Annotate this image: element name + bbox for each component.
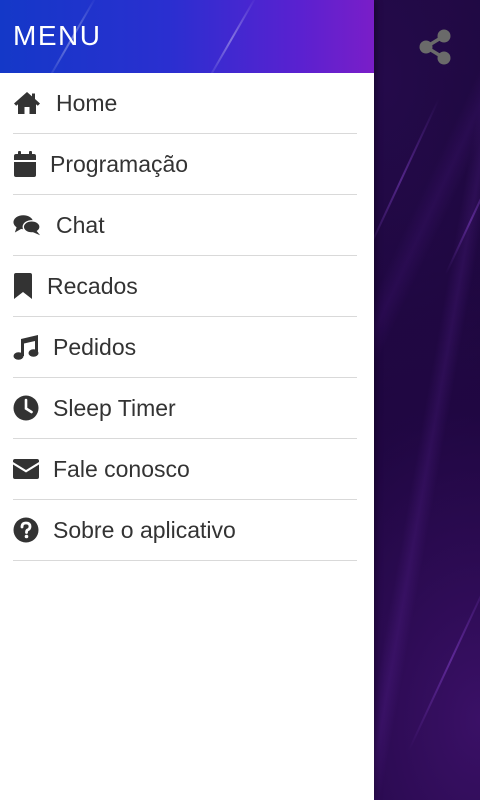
question-circle-icon bbox=[13, 516, 41, 544]
menu-item-label: Fale conosco bbox=[53, 455, 190, 482]
menu-item-label: Programação bbox=[50, 150, 189, 177]
header-streak bbox=[205, 0, 257, 73]
menu-item-sobre-o-aplicativo[interactable]: Sobre o aplicativo bbox=[13, 500, 357, 561]
menu-item-label: Sleep Timer bbox=[53, 394, 176, 421]
menu-item-pedidos[interactable]: Pedidos bbox=[13, 317, 357, 378]
background-streak bbox=[444, 165, 480, 275]
home-icon bbox=[13, 89, 41, 117]
navigation-drawer: MENU Home Programação Chat Recados Pedid… bbox=[0, 0, 374, 800]
menu-item-fale-conosco[interactable]: Fale conosco bbox=[13, 439, 357, 500]
music-note-icon bbox=[13, 333, 41, 361]
drawer-header: MENU bbox=[0, 0, 374, 73]
bookmark-icon bbox=[13, 272, 41, 300]
app-screen: MENU Home Programação Chat Recados Pedid… bbox=[0, 0, 480, 800]
calendar-icon bbox=[13, 150, 41, 178]
menu-item-home[interactable]: Home bbox=[13, 73, 357, 134]
menu-item-chat[interactable]: Chat bbox=[13, 195, 357, 256]
menu-item-label: Sobre o aplicativo bbox=[53, 516, 236, 543]
clock-icon bbox=[13, 394, 41, 422]
chat-icon bbox=[13, 211, 41, 239]
share-button[interactable] bbox=[414, 26, 456, 68]
menu-item-sleep-timer[interactable]: Sleep Timer bbox=[13, 378, 357, 439]
background-streak bbox=[407, 568, 480, 752]
menu-item-programacao[interactable]: Programação bbox=[13, 134, 357, 195]
menu-item-label: Chat bbox=[56, 211, 105, 238]
menu-item-label: Pedidos bbox=[53, 333, 137, 360]
menu-list: Home Programação Chat Recados Pedidos Sl… bbox=[0, 73, 374, 561]
menu-item-recados[interactable]: Recados bbox=[13, 256, 357, 317]
menu-item-label: Recados bbox=[47, 272, 138, 299]
drawer-title: MENU bbox=[13, 20, 102, 51]
share-icon bbox=[419, 29, 451, 65]
envelope-icon bbox=[13, 455, 41, 483]
menu-item-label: Home bbox=[56, 89, 118, 116]
